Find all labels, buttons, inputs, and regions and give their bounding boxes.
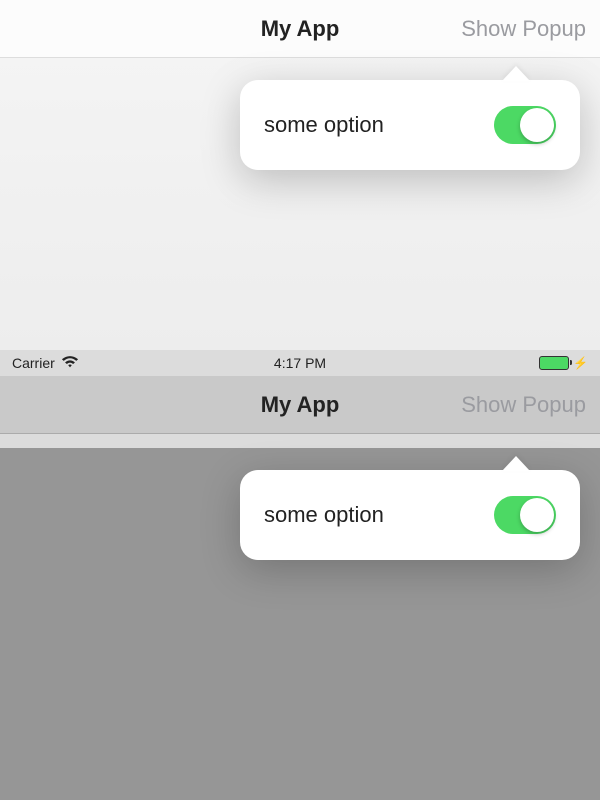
- show-popup-button[interactable]: Show Popup: [461, 16, 586, 42]
- status-left: Carrier: [12, 355, 79, 372]
- status-bar: Carrier 4:17 PM ⚡: [0, 350, 600, 376]
- navbar-bottom: My App Show Popup: [0, 376, 600, 434]
- toggle-thumb-icon: [520, 498, 554, 532]
- charging-icon: ⚡: [573, 356, 588, 370]
- navbar-top: My App Show Popup: [0, 0, 600, 58]
- status-time: 4:17 PM: [274, 355, 326, 371]
- status-right: ⚡: [539, 356, 588, 370]
- toggle-thumb-icon: [520, 108, 554, 142]
- popover-top: some option: [240, 80, 580, 170]
- option-label: some option: [264, 112, 384, 138]
- option-label: some option: [264, 502, 384, 528]
- panel-dimmed: Carrier 4:17 PM ⚡ My App Show Popup some…: [0, 350, 600, 800]
- panel-light: My App Show Popup some option: [0, 0, 600, 350]
- option-toggle[interactable]: [494, 496, 556, 534]
- popover-bottom: some option: [240, 470, 580, 560]
- page-title: My App: [261, 392, 340, 418]
- option-toggle[interactable]: [494, 106, 556, 144]
- page-title: My App: [261, 16, 340, 42]
- show-popup-button[interactable]: Show Popup: [461, 392, 586, 418]
- battery-icon: [539, 356, 569, 370]
- carrier-label: Carrier: [12, 355, 55, 371]
- wifi-icon: [61, 355, 79, 372]
